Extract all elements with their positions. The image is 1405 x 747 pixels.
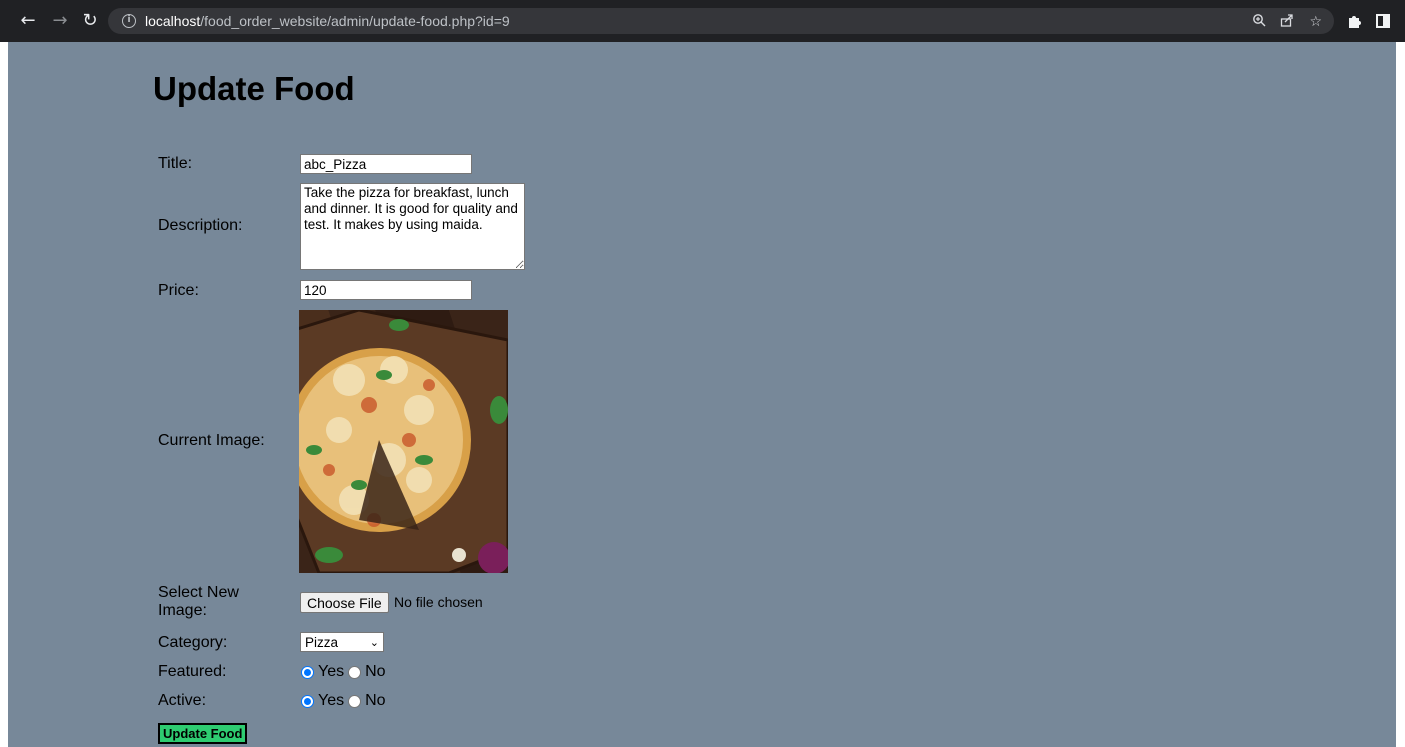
featured-yes-label: Yes bbox=[318, 663, 345, 680]
price-label: Price: bbox=[158, 282, 199, 299]
page-title: Update Food bbox=[153, 70, 355, 107]
active-label: Active: bbox=[158, 692, 207, 709]
active-yes-label: Yes bbox=[318, 692, 345, 709]
description-label: Description: bbox=[158, 217, 243, 234]
description-textarea[interactable]: Take the pizza for breakfast, lunch and … bbox=[300, 183, 525, 270]
address-bar[interactable]: i localhost/food_order_website/admin/upd… bbox=[108, 8, 1334, 34]
category-label: Category: bbox=[158, 634, 228, 651]
choose-file-button[interactable]: Choose File bbox=[300, 592, 389, 613]
bookmark-star-icon[interactable]: ☆ bbox=[1309, 13, 1322, 30]
title-label: Title: bbox=[158, 155, 193, 172]
featured-label: Featured: bbox=[158, 663, 227, 680]
current-image-label: Current Image: bbox=[158, 432, 265, 449]
url-path: /food_order_website/admin/update-food.ph… bbox=[200, 13, 510, 29]
site-info-icon[interactable]: i bbox=[122, 14, 136, 28]
share-icon[interactable] bbox=[1280, 13, 1295, 30]
side-panel-icon[interactable] bbox=[1371, 9, 1395, 33]
featured-no-radio[interactable] bbox=[348, 665, 362, 679]
browser-toolbar: ← → ↻ i localhost/food_order_website/adm… bbox=[0, 0, 1405, 42]
active-no-radio[interactable] bbox=[348, 694, 362, 708]
file-status-text: No file chosen bbox=[394, 594, 483, 610]
title-input[interactable] bbox=[300, 154, 472, 174]
price-input[interactable] bbox=[300, 280, 472, 300]
featured-radio-group: Yes No bbox=[301, 663, 386, 681]
forward-icon[interactable]: → bbox=[48, 8, 72, 32]
back-icon[interactable]: ← bbox=[16, 8, 40, 32]
featured-yes-radio[interactable] bbox=[301, 665, 314, 679]
current-food-image bbox=[299, 310, 508, 573]
update-food-button[interactable]: Update Food bbox=[158, 723, 248, 744]
url-host: localhost bbox=[145, 13, 201, 29]
category-selected-value: Pizza bbox=[305, 634, 339, 650]
extensions-puzzle-icon[interactable] bbox=[1342, 9, 1366, 33]
zoom-icon[interactable] bbox=[1252, 13, 1266, 30]
page-body: Update Food Title: Description: Take the… bbox=[8, 42, 1396, 747]
featured-no-label: No bbox=[365, 663, 386, 680]
select-new-image-label: Select New Image: bbox=[158, 584, 239, 619]
chevron-down-icon: ⌄ bbox=[369, 635, 379, 649]
active-yes-radio[interactable] bbox=[301, 694, 314, 708]
active-no-label: No bbox=[365, 692, 386, 709]
reload-icon[interactable]: ↻ bbox=[78, 8, 102, 32]
active-radio-group: Yes No bbox=[301, 692, 386, 710]
category-select[interactable]: Pizza ⌄ bbox=[300, 632, 384, 652]
